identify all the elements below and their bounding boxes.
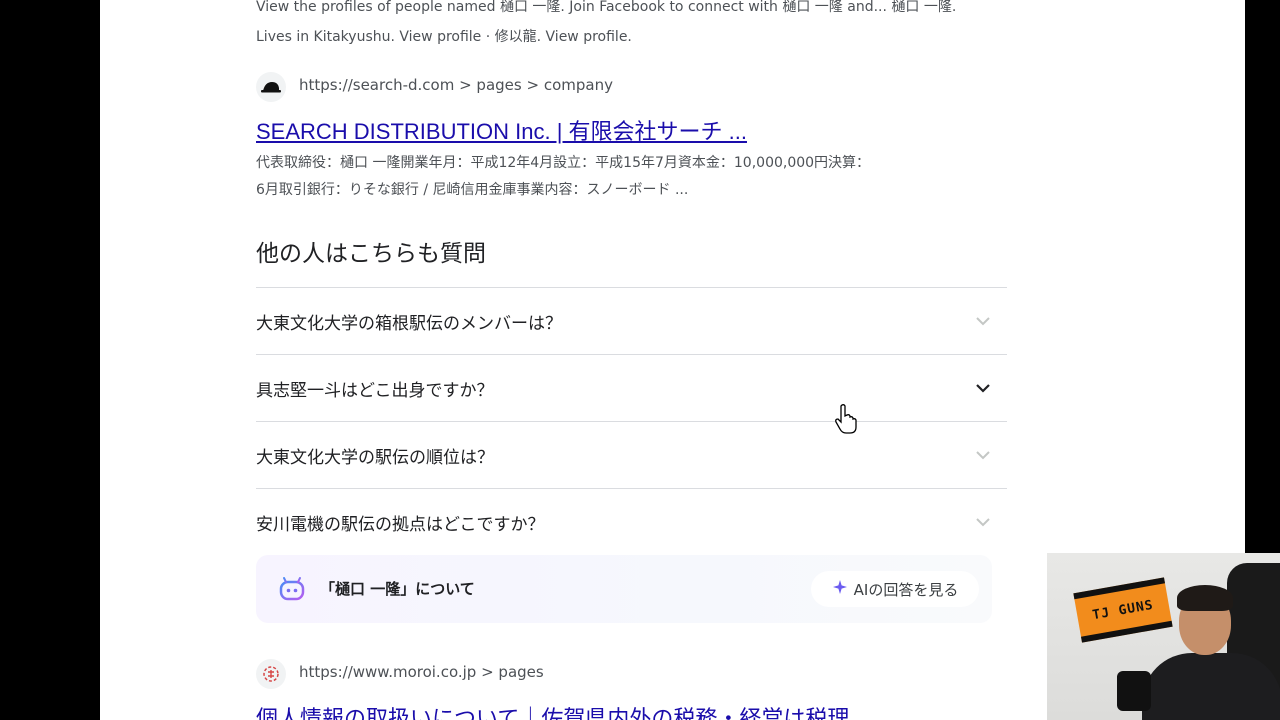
banner-text: TJ GUNS: [1091, 597, 1155, 623]
webcam-overlay: TJ GUNS: [1047, 553, 1280, 720]
microphone: [1117, 671, 1151, 711]
streamer-hair: [1177, 585, 1233, 611]
paa-question-1[interactable]: 大東文化大学の箱根駅伝のメンバーは？: [256, 287, 1007, 354]
chevron-down-icon[interactable]: [969, 508, 997, 536]
moroi-logo-icon: [256, 659, 286, 689]
result-cite[interactable]: https://search-d.com > pages > company: [299, 76, 613, 94]
paa-question-text: 具志堅一斗はどこ出身ですか？: [256, 380, 494, 401]
description-line-1: 代表取締役：樋口 一隆開業年月：平成12年4月設立：平成15年7月資本金：10,…: [256, 155, 871, 171]
hand-cursor-icon: [835, 403, 857, 435]
chevron-down-icon[interactable]: [969, 307, 997, 335]
paa-question-text: 安川電機の駅伝の拠点はどこですか？: [256, 514, 545, 535]
result-description: 代表取締役：樋口 一隆開業年月：平成12年4月設立：平成15年7月資本金：10,…: [256, 150, 1016, 204]
hat-icon: [256, 72, 286, 102]
paa-question-2[interactable]: 具志堅一斗はどこ出身ですか？: [256, 354, 1007, 421]
ai-overview-label: 「樋口 一隆」について: [320, 580, 475, 598]
paa-question-4[interactable]: 安川電機の駅伝の拠点はどこですか？: [256, 488, 1007, 555]
ai-robot-icon: [278, 575, 306, 603]
paa-question-3[interactable]: 大東文化大学の駅伝の順位は？: [256, 421, 1007, 488]
see-ai-answer-button[interactable]: AIの回答を見る: [811, 571, 979, 607]
snippet-line-2: Lives in Kitakyushu. View profile · 修以龍.…: [256, 29, 632, 45]
previous-result-snippet: View the profiles of people named 樋口 一隆.…: [256, 0, 1016, 52]
people-also-ask-heading: 他の人はこちらも質問: [256, 241, 486, 267]
description-line-2: 6月取引銀行：りそな銀行 / 尼崎信用金庫事業内容：スノーボード ...: [256, 182, 689, 198]
see-ai-answer-label: AIの回答を見る: [853, 580, 959, 599]
snippet-line-1: View the profiles of people named 樋口 一隆.…: [256, 0, 957, 15]
chevron-down-icon[interactable]: [969, 441, 997, 469]
result-title-link[interactable]: SEARCH DISTRIBUTION Inc. | 有限会社サーチ ...: [256, 114, 747, 146]
chevron-down-icon[interactable]: [969, 374, 997, 402]
sparkle-icon: [832, 579, 848, 599]
paa-question-text: 大東文化大学の駅伝の順位は？: [256, 447, 494, 468]
people-also-ask-list: 大東文化大学の箱根駅伝のメンバーは？ 具志堅一斗はどこ出身ですか？ 大東文化大学…: [256, 287, 1007, 555]
paa-question-text: 大東文化大学の箱根駅伝のメンバーは？: [256, 313, 562, 334]
ai-overview-prompt: 「樋口 一隆」について AIの回答を見る: [256, 555, 992, 623]
streamer-body: [1142, 653, 1280, 720]
result-title-link[interactable]: 個人情報の取扱いについて｜佐賀県内外の税務・経営は税理: [256, 701, 849, 720]
result-cite[interactable]: https://www.moroi.co.jp > pages: [299, 663, 544, 681]
